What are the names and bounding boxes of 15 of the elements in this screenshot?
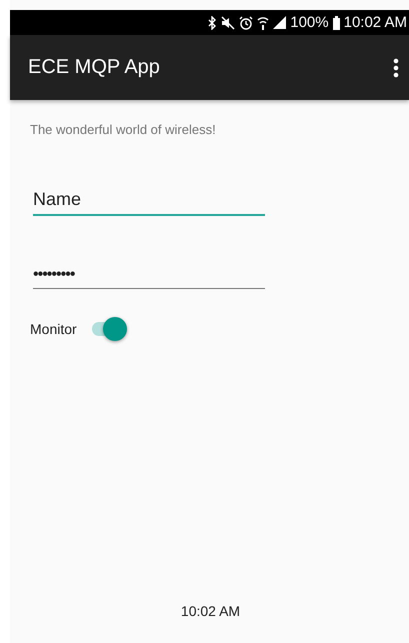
mute-icon bbox=[221, 16, 236, 30]
subtitle-text: The wonderful world of wireless! bbox=[30, 122, 217, 137]
switch-label: Monitor bbox=[30, 321, 77, 337]
wifi-icon bbox=[257, 16, 270, 30]
clock-text: 10:02 AM bbox=[180, 603, 240, 619]
battery-icon bbox=[332, 16, 340, 30]
password-field[interactable]: ••••••••• bbox=[33, 266, 265, 289]
bluetooth-icon bbox=[208, 16, 218, 30]
app-title: ECE MQP App bbox=[28, 56, 160, 79]
signal-icon bbox=[273, 16, 286, 29]
alarm-icon bbox=[239, 16, 254, 30]
overflow-menu-icon[interactable] bbox=[393, 58, 399, 78]
name-field[interactable]: Name bbox=[33, 189, 265, 216]
battery-percent: 100% bbox=[290, 14, 329, 31]
status-time: 10:02 AM bbox=[344, 14, 407, 31]
